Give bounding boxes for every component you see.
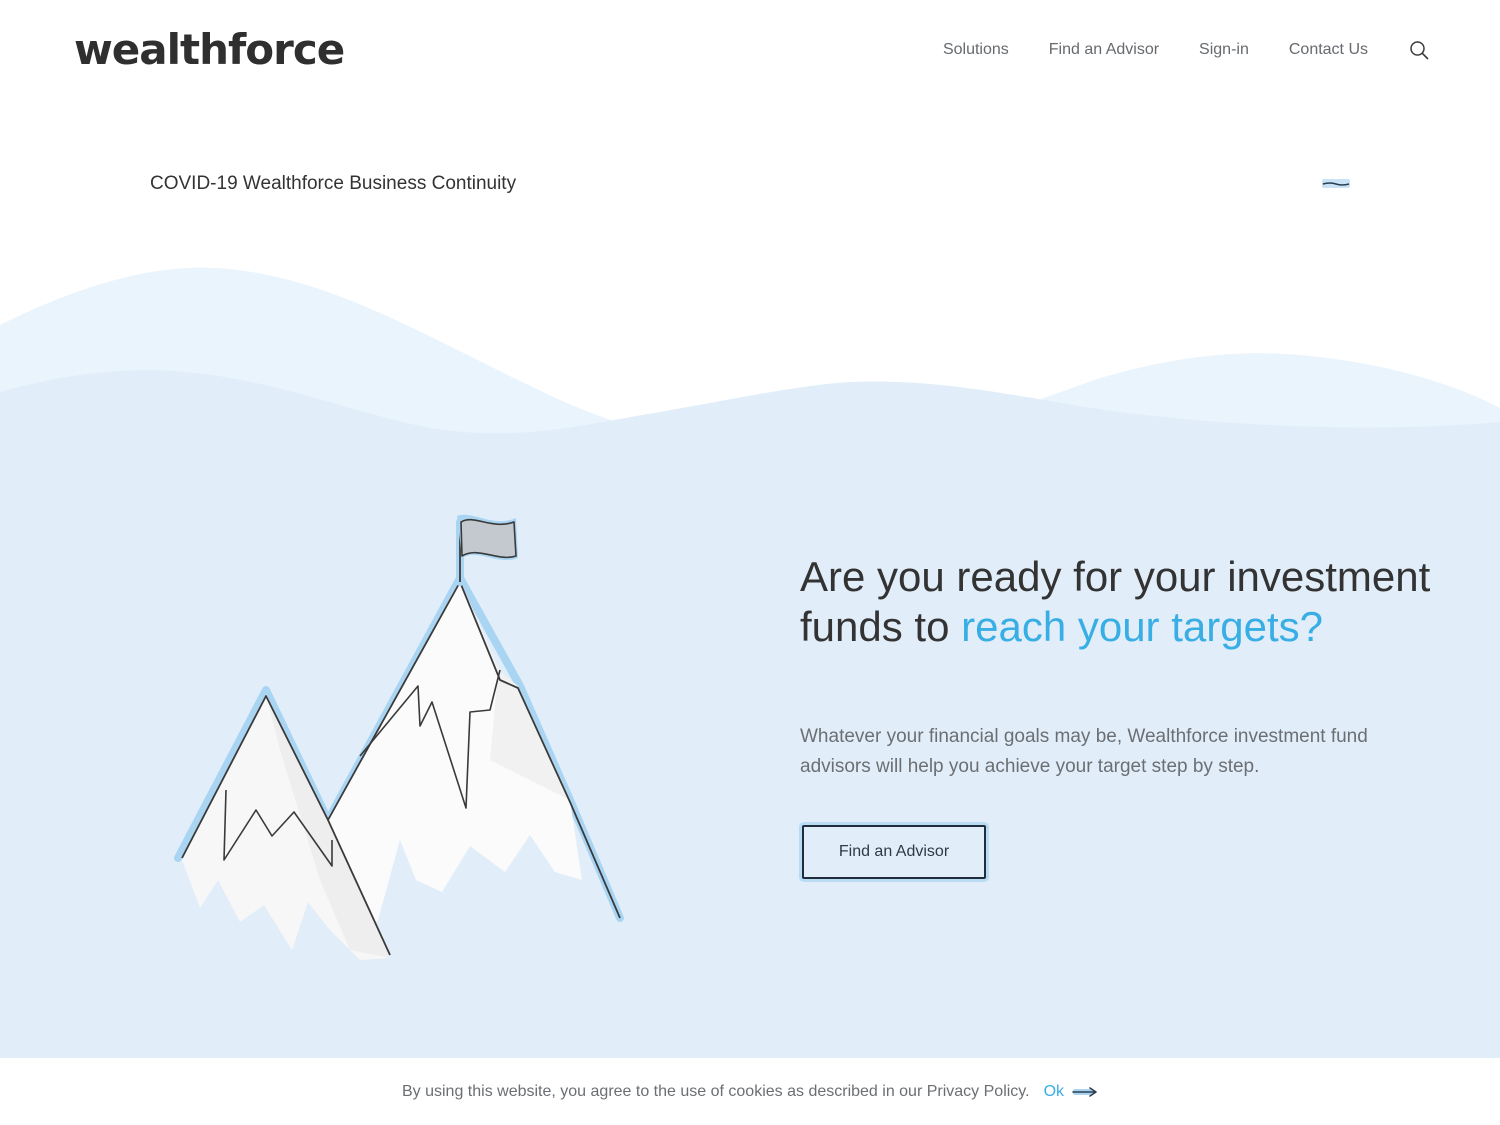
- hero-title-accent: reach your targets?: [961, 603, 1323, 650]
- nav-contact-us[interactable]: Contact Us: [1289, 38, 1368, 62]
- search-icon[interactable]: [1408, 39, 1430, 61]
- mountain-flag-illustration: [174, 514, 624, 960]
- site-header: wealthforce Solutions Find an Advisor Si…: [0, 0, 1500, 100]
- cookie-ok-label: Ok: [1043, 1082, 1065, 1100]
- nav-solutions[interactable]: Solutions: [943, 38, 1009, 62]
- nav-sign-in[interactable]: Sign-in: [1199, 38, 1249, 62]
- find-advisor-button[interactable]: Find an Advisor: [802, 825, 986, 879]
- nav-find-advisor[interactable]: Find an Advisor: [1049, 38, 1159, 62]
- hero-description: Whatever your financial goals may be, We…: [800, 726, 1368, 777]
- covid-notice-link[interactable]: COVID-19 Wealthforce Business Continuity: [150, 170, 516, 198]
- arrow-right-icon: [1072, 1086, 1097, 1097]
- main-nav: Solutions Find an Advisor Sign-in Contac…: [903, 38, 1430, 62]
- hero-title: Are you ready for your investment funds …: [800, 552, 1440, 652]
- cookie-ok-button[interactable]: Ok: [1044, 1083, 1098, 1101]
- cookie-text: By using this website, you agree to the …: [401, 1082, 1030, 1100]
- cookie-banner: By using this website, you agree to the …: [0, 1058, 1500, 1125]
- collapse-dash-icon[interactable]: [1320, 176, 1352, 192]
- logo[interactable]: wealthforce: [74, 22, 345, 78]
